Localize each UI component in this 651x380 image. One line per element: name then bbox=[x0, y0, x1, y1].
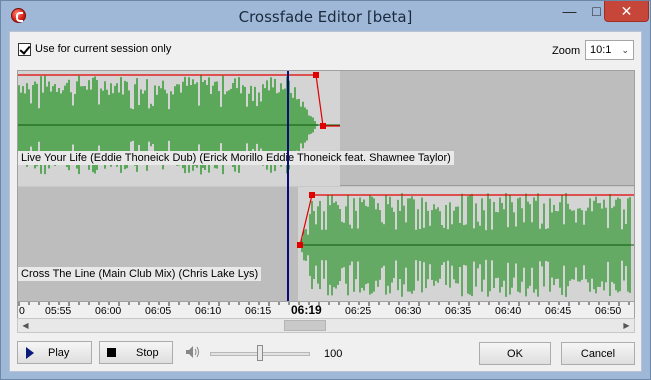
track-2-waveform bbox=[297, 187, 634, 301]
tick-label: 06:35 bbox=[445, 305, 472, 317]
play-icon bbox=[26, 346, 34, 359]
chevron-down-icon: ⌄ bbox=[621, 45, 629, 55]
playhead-cursor[interactable] bbox=[287, 71, 289, 301]
ok-button[interactable]: OK bbox=[479, 342, 551, 365]
minimize-icon[interactable]: — bbox=[556, 1, 583, 22]
stop-icon bbox=[107, 348, 116, 357]
current-time-label: 06:19 bbox=[291, 303, 322, 317]
ok-label: OK bbox=[507, 347, 523, 360]
scroll-left-icon[interactable]: ◀ bbox=[18, 319, 33, 332]
play-button[interactable]: Play bbox=[17, 341, 92, 364]
tick-label: 06:15 bbox=[245, 305, 272, 317]
tick-label: 05:55 bbox=[45, 305, 72, 317]
tick-label: 06:25 bbox=[345, 305, 372, 317]
tick-label: 06:45 bbox=[545, 305, 572, 317]
stop-button[interactable]: Stop bbox=[99, 341, 173, 364]
scroll-right-icon[interactable]: ▶ bbox=[619, 319, 634, 332]
scrollbar-thumb[interactable] bbox=[284, 320, 326, 331]
zoom-select[interactable]: 10:1 ⌄ bbox=[585, 40, 634, 60]
dialog-client: Use for current session only Zoom 10:1 ⌄… bbox=[9, 31, 642, 372]
zoom-label: Zoom bbox=[552, 45, 581, 57]
tick-label: 06:30 bbox=[395, 305, 422, 317]
tick-label: 06:50 bbox=[595, 305, 622, 317]
volume-value: 100 bbox=[324, 348, 343, 360]
time-ruler[interactable]: 0 05:55 06:00 06:05 06:10 06:15 06:19 06… bbox=[17, 302, 635, 318]
play-label: Play bbox=[48, 346, 70, 359]
session-only-label: Use for current session only bbox=[35, 43, 172, 55]
speaker-icon bbox=[186, 346, 199, 358]
checkbox-check-icon[interactable] bbox=[18, 42, 31, 56]
title-bar[interactable]: Crossfade Editor [beta] — □ ✕ bbox=[1, 1, 650, 31]
tick-label: 06:40 bbox=[495, 305, 522, 317]
track-2[interactable]: Cross The Line (Main Club Mix) (Chris La… bbox=[18, 187, 634, 301]
tick-label: 0 bbox=[19, 305, 25, 317]
tick-label: 06:00 bbox=[95, 305, 122, 317]
track-1-label: Live Your Life (Eddie Thoneick Dub) (Eri… bbox=[18, 151, 454, 165]
waveform-area[interactable]: Live Your Life (Eddie Thoneick Dub) (Eri… bbox=[17, 70, 635, 302]
cancel-label: Cancel bbox=[580, 347, 616, 360]
track-1[interactable]: Live Your Life (Eddie Thoneick Dub) (Eri… bbox=[18, 71, 634, 186]
volume-slider-thumb[interactable] bbox=[257, 345, 263, 361]
close-icon[interactable]: ✕ bbox=[604, 1, 649, 22]
session-only-checkbox[interactable]: Use for current session only bbox=[18, 41, 171, 57]
track-2-label: Cross The Line (Main Club Mix) (Chris La… bbox=[18, 267, 262, 281]
tick-label: 06:05 bbox=[145, 305, 172, 317]
tick-label: 06:10 bbox=[195, 305, 222, 317]
track-1-waveform bbox=[18, 71, 340, 186]
cancel-button[interactable]: Cancel bbox=[561, 342, 635, 365]
window-title: Crossfade Editor [beta] bbox=[238, 8, 413, 26]
stop-label: Stop bbox=[136, 346, 159, 359]
horizontal-scrollbar[interactable]: ◀ ▶ bbox=[17, 318, 635, 333]
crossfade-editor-window: Crossfade Editor [beta] — □ ✕ Use for cu… bbox=[0, 0, 651, 380]
zoom-value: 10:1 bbox=[590, 44, 612, 56]
